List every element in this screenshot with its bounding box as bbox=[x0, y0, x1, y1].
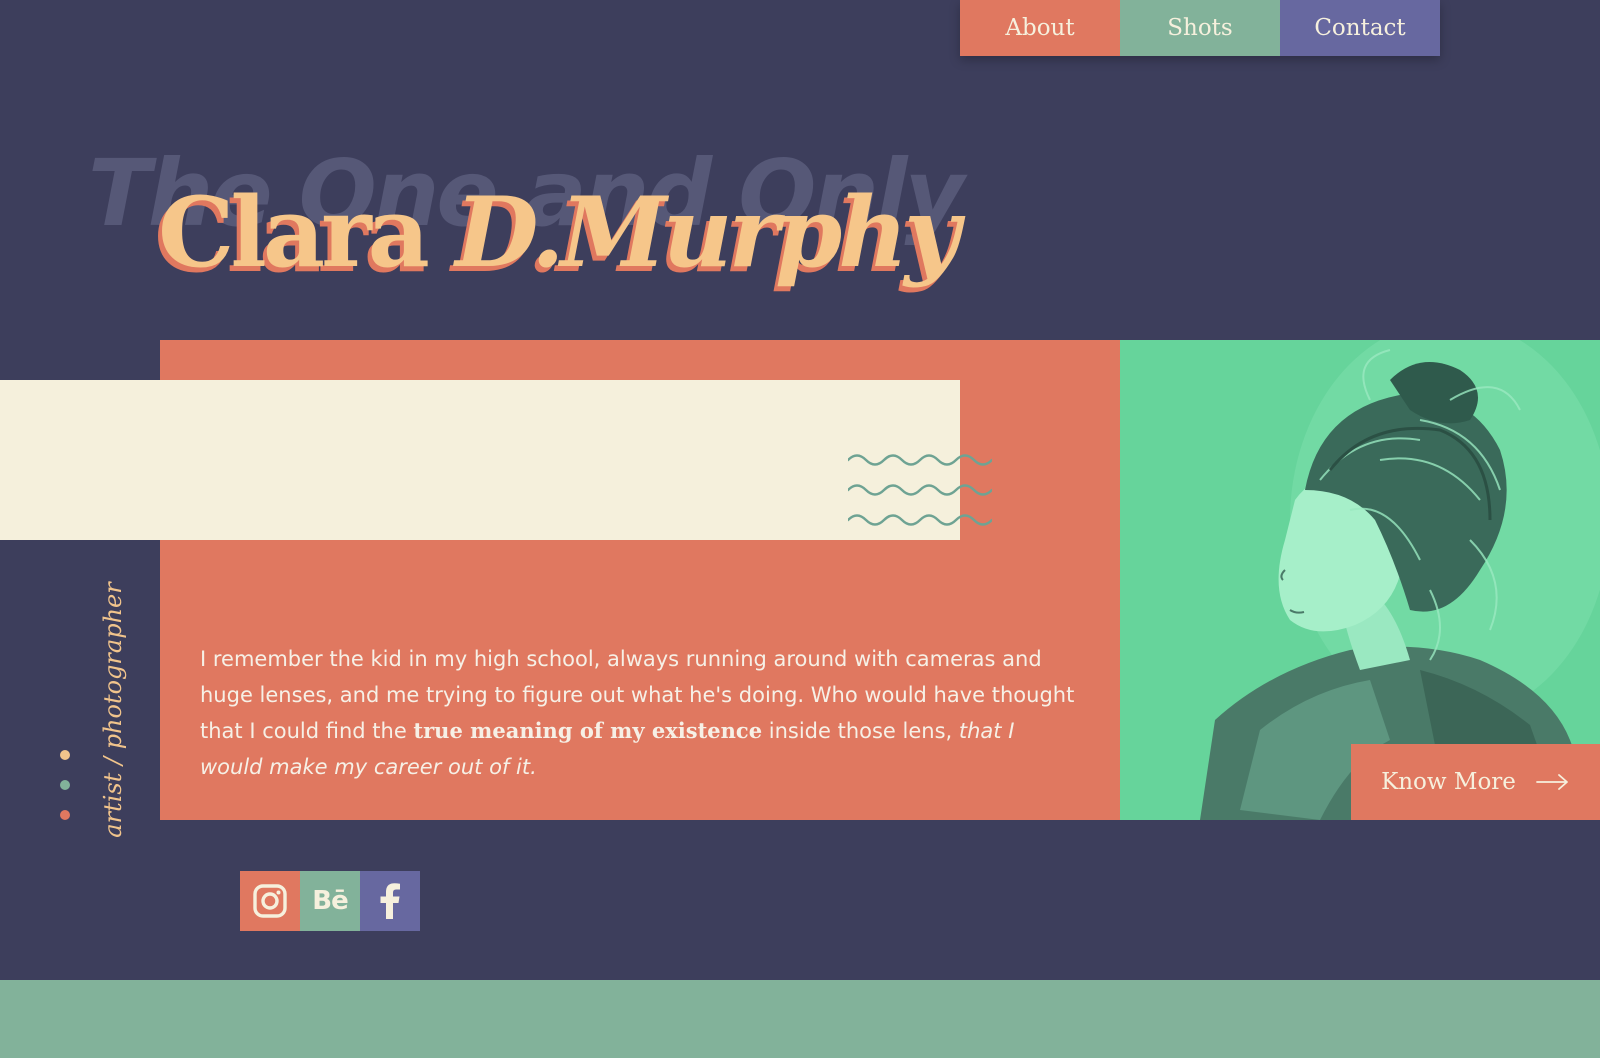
decor-dot bbox=[60, 810, 70, 820]
instagram-button[interactable] bbox=[240, 871, 300, 931]
hero-last-name: D.Murphy bbox=[455, 176, 960, 289]
hero-name: Clara D.Murphy bbox=[158, 180, 960, 286]
nav-shots[interactable]: Shots bbox=[1120, 0, 1280, 56]
arrow-right-icon bbox=[1536, 774, 1568, 790]
decor-dot bbox=[60, 750, 70, 760]
decor-dot bbox=[60, 780, 70, 790]
hero-first-name: Clara bbox=[158, 176, 430, 289]
facebook-button[interactable] bbox=[360, 871, 420, 931]
behance-icon: Bē bbox=[312, 886, 348, 916]
nav-contact[interactable]: Contact bbox=[1280, 0, 1440, 56]
know-more-label: Know More bbox=[1381, 769, 1516, 795]
facebook-icon bbox=[380, 883, 400, 919]
bio-text-2: inside those lens, bbox=[762, 719, 959, 743]
wave-decoration-icon bbox=[848, 454, 992, 526]
nav-about[interactable]: About bbox=[960, 0, 1120, 56]
behance-button[interactable]: Bē bbox=[300, 871, 360, 931]
top-nav: About Shots Contact bbox=[960, 0, 1440, 56]
footer-strip bbox=[0, 980, 1600, 1058]
side-tagline: artist / photographer bbox=[99, 582, 127, 838]
cream-accent-bar bbox=[0, 380, 960, 540]
know-more-button[interactable]: Know More bbox=[1351, 744, 1600, 820]
social-links: Bē bbox=[240, 871, 420, 931]
bio-highlight: true meaning of my existence bbox=[413, 718, 763, 743]
bio-paragraph: I remember the kid in my high school, al… bbox=[200, 641, 1080, 785]
instagram-icon bbox=[253, 884, 287, 918]
